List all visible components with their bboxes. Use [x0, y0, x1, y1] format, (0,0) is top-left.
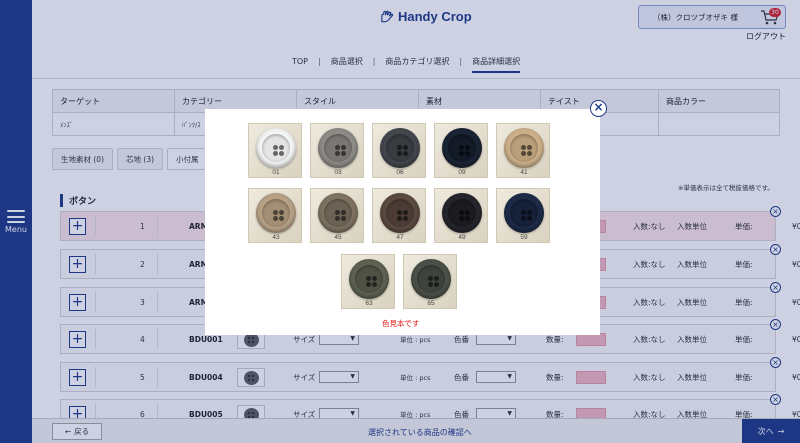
color-swatch[interactable]: 47 — [372, 188, 426, 243]
button-hole — [527, 151, 532, 156]
button-hole — [403, 210, 408, 215]
swatch-number: 49 — [458, 234, 466, 241]
button-hole — [341, 145, 346, 150]
button-rim — [510, 199, 538, 227]
button-rim — [448, 199, 476, 227]
button-hole — [341, 210, 346, 215]
button-hole — [341, 151, 346, 156]
color-swatch[interactable]: 41 — [496, 123, 550, 178]
button-hole — [403, 216, 408, 221]
button-swatch-icon — [349, 259, 389, 299]
color-swatch[interactable]: 06 — [372, 123, 426, 178]
button-rim — [510, 134, 538, 162]
button-hole — [397, 210, 402, 215]
button-rim — [417, 265, 445, 293]
button-hole — [341, 216, 346, 221]
color-swatch[interactable]: 63 — [341, 254, 395, 309]
color-swatch[interactable]: 01 — [248, 123, 302, 178]
button-hole — [273, 216, 278, 221]
color-swatch[interactable]: 65 — [403, 254, 457, 309]
swatch-number: 47 — [396, 234, 404, 241]
button-rim — [386, 134, 414, 162]
button-hole — [521, 151, 526, 156]
button-hole — [527, 210, 532, 215]
button-swatch-icon — [442, 193, 482, 233]
swatch-number: 06 — [396, 169, 404, 176]
color-swatch[interactable]: 59 — [496, 188, 550, 243]
button-rim — [386, 199, 414, 227]
button-hole — [459, 145, 464, 150]
modal-close-button[interactable]: × — [590, 100, 607, 117]
button-hole — [403, 151, 408, 156]
button-hole — [434, 276, 439, 281]
button-rim — [448, 134, 476, 162]
button-hole — [366, 282, 371, 287]
button-rim — [355, 265, 383, 293]
button-hole — [279, 210, 284, 215]
button-hole — [459, 216, 464, 221]
button-swatch-icon — [411, 259, 451, 299]
button-hole — [273, 145, 278, 150]
button-hole — [372, 282, 377, 287]
button-hole — [335, 151, 340, 156]
color-swatch[interactable]: 03 — [310, 123, 364, 178]
modal-note: 色見本です — [382, 319, 420, 328]
color-sample-modal: 01 03 06 09 41 43 45 47 49 59 63 65 — [205, 109, 600, 335]
button-rim — [324, 199, 352, 227]
swatch-number: 59 — [520, 234, 528, 241]
button-hole — [527, 145, 532, 150]
button-hole — [397, 145, 402, 150]
button-rim — [324, 134, 352, 162]
button-hole — [372, 276, 377, 281]
swatch-number: 65 — [427, 300, 435, 307]
button-swatch-icon — [318, 128, 358, 168]
button-swatch-icon — [256, 193, 296, 233]
color-swatch[interactable]: 45 — [310, 188, 364, 243]
button-swatch-icon — [318, 193, 358, 233]
button-hole — [465, 145, 470, 150]
button-swatch-icon — [380, 193, 420, 233]
swatch-number: 45 — [334, 234, 342, 241]
swatch-number: 41 — [520, 169, 528, 176]
button-hole — [521, 216, 526, 221]
button-hole — [335, 210, 340, 215]
button-hole — [273, 210, 278, 215]
color-swatch[interactable]: 43 — [248, 188, 302, 243]
button-hole — [335, 216, 340, 221]
button-hole — [465, 151, 470, 156]
button-hole — [459, 151, 464, 156]
swatch-number: 01 — [272, 169, 280, 176]
button-hole — [521, 210, 526, 215]
swatch-number: 43 — [272, 234, 280, 241]
button-swatch-icon — [380, 128, 420, 168]
color-swatch[interactable]: 49 — [434, 188, 488, 243]
swatch-number: 03 — [334, 169, 342, 176]
button-hole — [465, 216, 470, 221]
color-swatch[interactable]: 09 — [434, 123, 488, 178]
button-hole — [279, 145, 284, 150]
swatch-number: 09 — [458, 169, 466, 176]
button-hole — [428, 282, 433, 287]
button-hole — [434, 282, 439, 287]
swatch-number: 63 — [365, 300, 373, 307]
button-hole — [459, 210, 464, 215]
button-hole — [527, 216, 532, 221]
button-swatch-icon — [504, 128, 544, 168]
button-hole — [279, 216, 284, 221]
button-hole — [397, 151, 402, 156]
button-hole — [335, 145, 340, 150]
button-hole — [403, 145, 408, 150]
button-hole — [366, 276, 371, 281]
button-swatch-icon — [256, 128, 296, 168]
button-hole — [428, 276, 433, 281]
button-swatch-icon — [442, 128, 482, 168]
button-rim — [262, 134, 290, 162]
button-hole — [465, 210, 470, 215]
button-hole — [521, 145, 526, 150]
button-hole — [273, 151, 278, 156]
button-hole — [397, 216, 402, 221]
button-hole — [279, 151, 284, 156]
button-rim — [262, 199, 290, 227]
button-swatch-icon — [504, 193, 544, 233]
